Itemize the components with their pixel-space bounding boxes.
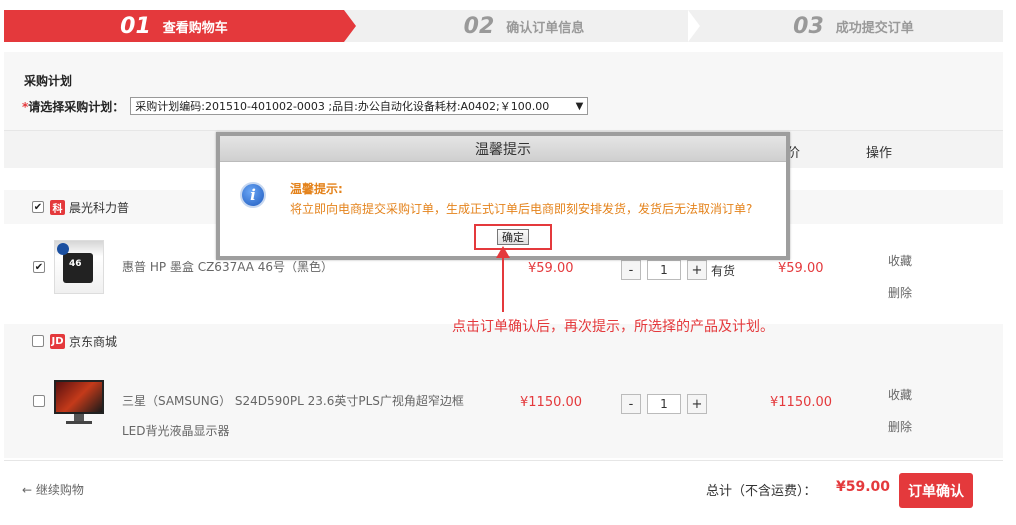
total-value: ¥59.00 [836, 479, 891, 495]
item-checkbox[interactable]: ✔ [33, 261, 45, 273]
qty-input[interactable]: 1 [647, 260, 681, 280]
continue-shopping-link[interactable]: ← 继续购物 [22, 481, 84, 498]
step-1-label: 查看购物车 [162, 20, 228, 36]
step-1: 01 查看购物车 [4, 10, 356, 42]
dialog-message: 将立即向电商提交采购订单，生成正式订单后电商即刻安排发货，发货后无法取消订单? [290, 202, 753, 216]
shop-logo-icon: 科 [50, 199, 65, 215]
qty-plus-button[interactable]: + [687, 394, 707, 414]
qty-plus-button[interactable]: + [687, 260, 707, 280]
plan-selector-row: *请选择采购计划： 采购计划编码:201510-401002-0003 ;品目:… [22, 97, 589, 115]
shop-checkbox[interactable]: ✔ [32, 201, 44, 213]
header-operation: 操作 [866, 146, 893, 161]
dialog-title: 温馨提示 [220, 136, 786, 162]
product-image[interactable] [54, 374, 104, 428]
qty-minus-button[interactable]: - [621, 394, 641, 414]
plan-select-value: 采购计划编码:201510-401002-0003 ;品目:办公自动化设备耗材:… [135, 100, 550, 113]
item-checkbox[interactable] [33, 395, 45, 407]
qty-input[interactable]: 1 [647, 394, 681, 414]
plan-select[interactable]: 采购计划编码:201510-401002-0003 ;品目:办公自动化设备耗材:… [130, 97, 589, 115]
quantity-stepper: - 1 + 有货 [621, 260, 735, 280]
plan-title: 采购计划 [24, 74, 73, 88]
dialog-tip-title: 温馨提示: [290, 182, 343, 196]
cart-item: 三星（SAMSUNG） S24D590PL 23.6英寸PLS广视角超窄边框LE… [4, 358, 1003, 458]
shop-checkbox[interactable] [32, 335, 44, 347]
step-2-label: 确认订单信息 [506, 20, 585, 36]
item-subtotal: ¥59.00 [778, 261, 824, 276]
confirm-dialog: 温馨提示 i 温馨提示: 将立即向电商提交采购订单，生成正式订单后电商即刻安排发… [216, 132, 790, 260]
quantity-stepper: - 1 + [621, 394, 707, 414]
annotation-line [502, 254, 504, 312]
product-name[interactable]: 三星（SAMSUNG） S24D590PL 23.6英寸PLS广视角超窄边框LE… [122, 386, 467, 446]
step-1-number: 01 [120, 13, 151, 39]
product-image[interactable]: 46 [54, 240, 104, 294]
shop-name: 晨光科力普 [69, 200, 130, 215]
cart-footer: ← 继续购物 总计（不含运费）： ¥59.00 订单确认 [4, 460, 1003, 518]
info-icon: i [240, 182, 266, 208]
stock-status: 有货 [711, 263, 736, 278]
unit-price: ¥59.00 [528, 261, 574, 276]
ok-highlight: 确定 [474, 224, 552, 250]
step-3-number: 03 [793, 13, 824, 39]
dialog-ok-button[interactable]: 确定 [497, 229, 529, 245]
step-2-number: 02 [463, 13, 495, 39]
shop-logo-icon: JD [50, 333, 65, 349]
shop-name: 京东商城 [69, 334, 118, 349]
plan-label: *请选择采购计划： [22, 98, 124, 115]
qty-minus-button[interactable]: - [621, 260, 641, 280]
step-bar: 01 查看购物车 02 确认订单信息 03 成功提交订单 [4, 10, 1003, 42]
step-3-label: 成功提交订单 [835, 20, 914, 36]
delete-link[interactable]: 删除 [888, 284, 912, 301]
item-subtotal: ¥1150.00 [770, 395, 833, 410]
unit-price: ¥1150.00 [520, 395, 583, 410]
procurement-plan-section: 采购计划 *请选择采购计划： 采购计划编码:201510-401002-0003… [4, 52, 1003, 130]
delete-link[interactable]: 删除 [888, 418, 912, 435]
step-3: 03 成功提交订单 [704, 10, 1003, 42]
plan-label-text: 请选择采购计划： [28, 99, 125, 114]
total-label: 总计（不含运费）： [706, 484, 817, 499]
chevron-down-icon: ▼ [575, 100, 584, 112]
order-confirm-button[interactable]: 订单确认 [899, 473, 973, 508]
annotation-text: 点击订单确认后，再次提示，所选择的产品及计划。 [452, 319, 774, 335]
step-2: 02 确认订单信息 [364, 10, 684, 42]
favorite-link[interactable]: 收藏 [888, 252, 912, 269]
step-separator [688, 10, 700, 42]
favorite-link[interactable]: 收藏 [888, 386, 912, 403]
